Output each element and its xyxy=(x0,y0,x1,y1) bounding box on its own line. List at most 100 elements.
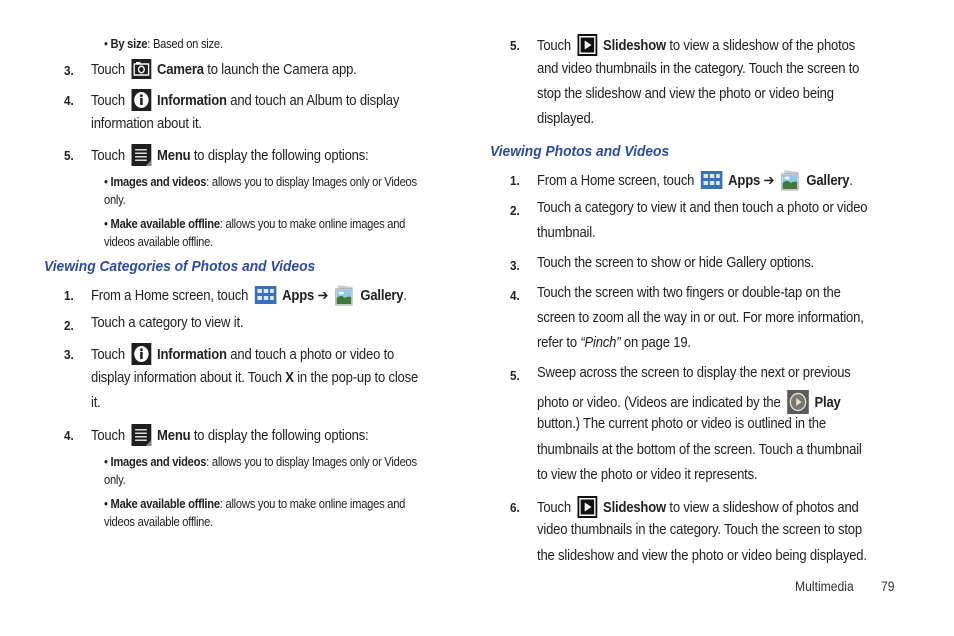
gallery-icon xyxy=(780,169,800,191)
section-heading-viewing: Viewing Photos and Videos xyxy=(490,143,670,160)
step-bold: Menu xyxy=(157,147,191,164)
step-text: Touch xyxy=(91,61,125,78)
step-number: 5. xyxy=(64,148,74,163)
step-text: Touch xyxy=(91,92,125,109)
step-text: Touch xyxy=(537,37,571,54)
step-number: 3. xyxy=(510,258,520,273)
step-bold: Information xyxy=(157,346,227,363)
option-bold: Images and videos xyxy=(110,174,207,189)
option-continuation: only. xyxy=(104,472,126,487)
step-touch-category: Touch a category to view it. xyxy=(91,315,244,331)
apps-icon xyxy=(254,286,277,304)
step-text: Touch xyxy=(91,427,125,444)
step-number: 6. xyxy=(510,500,520,515)
step-text: and touch an Album to display xyxy=(226,92,400,109)
step-number: 1. xyxy=(64,288,74,303)
arrow: ➔ xyxy=(760,172,778,189)
step-text: to view a slideshow of the photos xyxy=(665,37,856,54)
step-slideshow: Touch Slideshow to view a slideshow of t… xyxy=(537,34,856,57)
option-continuation: videos available offline. xyxy=(104,234,213,249)
camera-icon xyxy=(131,59,151,79)
step-text: . xyxy=(849,172,853,189)
step-open-gallery: From a Home screen, touch Apps ➔ Gallery… xyxy=(91,284,407,307)
gallery-icon xyxy=(334,284,354,306)
option-text: : allows you to display Images only or V… xyxy=(206,174,417,189)
step-number: 2. xyxy=(64,318,74,333)
step-text: display information about it. Touch xyxy=(91,370,286,386)
information-icon xyxy=(131,343,151,365)
step-continuation: screen to zoom all the way in or out. Fo… xyxy=(537,310,864,326)
step-text: Touch xyxy=(537,499,571,516)
play-icon xyxy=(786,390,809,414)
step-slideshow: Touch Slideshow to view a slideshow of p… xyxy=(537,496,859,519)
step-bold: Information xyxy=(157,92,227,109)
step-continuation: thumbnail. xyxy=(537,225,596,241)
step-continuation: video thumbnails in the category. Touch … xyxy=(537,522,862,538)
step-bold: Play xyxy=(814,394,841,411)
step-continuation: stop the slideshow and view the photo or… xyxy=(537,86,834,102)
bullet-by-size: • By size: Based on size. xyxy=(104,36,223,51)
step-touch-category: Touch a category to view it and then tou… xyxy=(537,200,868,216)
step-text: and touch a photo or video to xyxy=(226,346,395,363)
step-number: 2. xyxy=(510,203,520,218)
step-text: to launch the Camera app. xyxy=(203,61,357,78)
step-continuation: the slideshow and view the photo or vide… xyxy=(537,548,867,564)
step-text: Touch xyxy=(91,147,125,164)
step-continuation: refer to “Pinch” on page 19. xyxy=(537,335,691,351)
information-icon xyxy=(131,89,151,111)
step-text: to display the following options: xyxy=(190,427,369,444)
step-bold: Gallery xyxy=(806,172,850,189)
step-show-hide-options: Touch the screen to show or hide Gallery… xyxy=(537,255,814,271)
menu-icon xyxy=(131,144,151,166)
step-number: 4. xyxy=(64,93,74,108)
step-number: 3. xyxy=(64,347,74,362)
pinch-reference-link[interactable]: “Pinch” xyxy=(580,335,620,351)
section-heading-categories: Viewing Categories of Photos and Videos xyxy=(44,258,316,275)
option-text: : allows you to make online images and xyxy=(219,496,406,511)
option-bold: Images and videos xyxy=(110,454,207,469)
step-text: Touch xyxy=(91,346,125,363)
step-text: on page 19. xyxy=(620,335,691,351)
step-text: photo or video. (Videos are indicated by… xyxy=(537,394,781,411)
step-continuation: and video thumbnails in the category. To… xyxy=(537,61,860,77)
step-continuation: it. xyxy=(91,395,101,411)
step-continuation: thumbnails at the bottom of the screen. … xyxy=(537,442,862,458)
step-menu: Touch Menu to display the following opti… xyxy=(91,144,369,167)
step-bold: Gallery xyxy=(360,287,404,304)
option-make-offline: • Make available offline: allows you to … xyxy=(104,496,406,511)
step-bold: Apps xyxy=(282,287,315,304)
option-bold: Make available offline xyxy=(110,216,221,231)
step-continuation: displayed. xyxy=(537,111,594,127)
bullet-bold: By size xyxy=(110,36,148,51)
page-number: 79 xyxy=(881,579,895,594)
step-text: From a Home screen, touch xyxy=(537,172,695,189)
step-number: 5. xyxy=(510,368,520,383)
option-text: : allows you to display Images only or V… xyxy=(206,454,417,469)
step-bold: Camera xyxy=(157,61,204,78)
step-bold: Menu xyxy=(157,427,191,444)
step-text: refer to xyxy=(537,335,581,351)
option-images-videos: • Images and videos: allows you to displ… xyxy=(104,174,417,189)
step-continuation: to view the photo or video it represents… xyxy=(537,467,758,483)
step-camera: Touch Camera to launch the Camera app. xyxy=(91,59,357,80)
step-bold: Apps xyxy=(728,172,761,189)
step-number: 5. xyxy=(510,38,520,53)
step-zoom: Touch the screen with two fingers or dou… xyxy=(537,285,841,301)
step-bold: Slideshow xyxy=(603,499,666,516)
step-continuation: information about it. xyxy=(91,116,202,132)
step-continuation: photo or video. (Videos are indicated by… xyxy=(537,390,841,415)
step-number: 3. xyxy=(64,63,74,78)
menu-icon xyxy=(131,424,151,446)
step-continuation: display information about it. Touch X in… xyxy=(91,370,418,386)
option-bold: Make available offline xyxy=(110,496,221,511)
slideshow-icon xyxy=(577,496,597,518)
step-open-gallery: From a Home screen, touch Apps ➔ Gallery… xyxy=(537,169,853,192)
step-number: 1. xyxy=(510,173,520,188)
step-text: to view a slideshow of photos and xyxy=(665,499,859,516)
step-text: to display the following options: xyxy=(190,147,369,164)
step-menu: Touch Menu to display the following opti… xyxy=(91,424,369,447)
step-bold: X xyxy=(285,370,294,386)
option-continuation: videos available offline. xyxy=(104,514,213,529)
arrow: ➔ xyxy=(314,287,332,304)
option-images-videos: • Images and videos: allows you to displ… xyxy=(104,454,417,469)
